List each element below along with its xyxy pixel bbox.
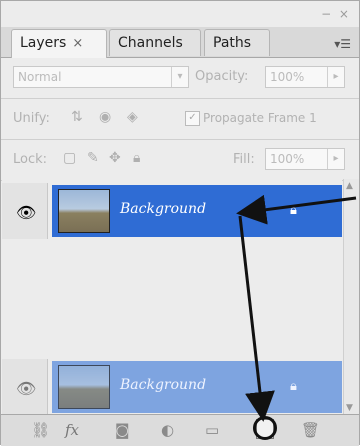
arrow-to-new-layer (238, 215, 275, 422)
annotation-arrows (236, 194, 357, 422)
arrow-to-layer (236, 194, 357, 225)
